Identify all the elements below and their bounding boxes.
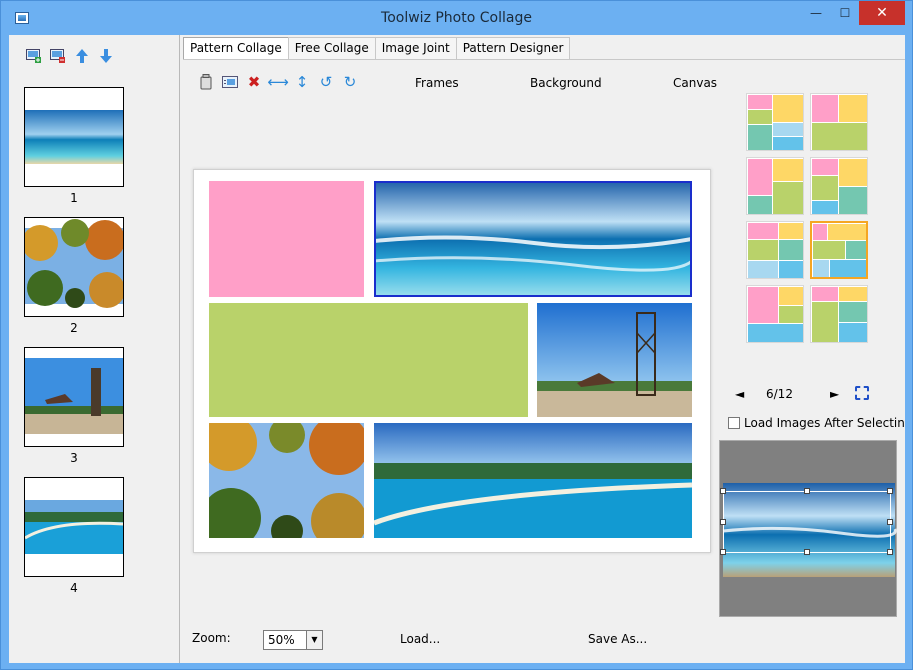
maximize-button[interactable]: ☐ (831, 1, 859, 25)
thumbnail-3[interactable] (24, 347, 124, 447)
crop-rectangle[interactable] (720, 488, 893, 555)
tab-divider (183, 59, 905, 60)
delete-icon[interactable]: ✖ (245, 73, 263, 91)
load-button[interactable]: Load... (400, 632, 440, 646)
close-button[interactable]: ✕ (859, 1, 905, 25)
thumbnail-2[interactable] (22, 217, 125, 317)
crop-handle[interactable] (887, 488, 893, 494)
load-after-select-checkbox[interactable] (728, 417, 740, 429)
app-window: Toolwiz Photo Collage — ☐ ✕ 1 2 3 4 Patt… (0, 0, 913, 670)
crop-handle[interactable] (720, 519, 726, 525)
client-area: 1 2 3 4 Pattern Collage Free Collage Ima… (9, 35, 905, 663)
next-page-button[interactable]: ► (830, 387, 839, 401)
beach-waves-image (374, 181, 692, 297)
save-as-button[interactable]: Save As... (588, 632, 647, 646)
window-title: Toolwiz Photo Collage (381, 10, 532, 26)
thumbnail-1[interactable] (24, 87, 124, 187)
pattern-6-selected[interactable] (810, 221, 868, 279)
move-down-icon[interactable] (97, 47, 115, 65)
image-list-toolbar (25, 47, 115, 65)
remove-image-icon[interactable] (49, 47, 67, 65)
load-after-select-label: Load Images After Selectin (744, 416, 905, 430)
minimize-button[interactable]: — (801, 1, 831, 25)
background-menu[interactable]: Background (530, 76, 602, 90)
frames-menu[interactable]: Frames (415, 76, 459, 90)
move-up-icon[interactable] (73, 47, 91, 65)
trees-sky-image (209, 423, 364, 538)
cell-beach-waves[interactable] (374, 181, 692, 297)
beach-waves-image (25, 110, 123, 164)
image-preview (719, 440, 897, 617)
rotate-right-icon[interactable]: ↻ (341, 73, 359, 91)
crop-handle[interactable] (887, 519, 893, 525)
cell-watchtower[interactable] (537, 303, 692, 417)
pattern-1[interactable] (746, 93, 804, 151)
crop-handle[interactable] (804, 488, 810, 494)
page-indicator: 6/12 (766, 387, 793, 401)
empty-cell-pink[interactable] (209, 181, 364, 297)
flip-horizontal-icon[interactable]: ⟷ (267, 73, 289, 91)
title-bar: Toolwiz Photo Collage — ☐ ✕ (1, 1, 912, 35)
canvas-menu[interactable]: Canvas (673, 76, 717, 90)
flip-vertical-icon[interactable]: ↕ (293, 73, 311, 91)
pattern-5[interactable] (746, 221, 804, 279)
crop-handle[interactable] (720, 488, 726, 494)
zoom-value: 50% (268, 633, 295, 647)
pattern-8[interactable] (810, 285, 868, 343)
previous-page-button[interactable]: ◄ (735, 387, 744, 401)
watchtower-image (537, 303, 692, 417)
image-list-panel: 1 2 3 4 (9, 35, 180, 663)
crop-handle[interactable] (804, 549, 810, 555)
pattern-2[interactable] (810, 93, 868, 151)
collage-canvas (193, 169, 711, 553)
pattern-7[interactable] (746, 285, 804, 343)
collage-toolbar: ✖ ⟷ ↕ ↺ ↻ (197, 73, 359, 91)
pattern-4[interactable] (810, 157, 868, 215)
thumbnail-label-2: 2 (70, 321, 78, 335)
zoom-select[interactable]: 50% ▼ (263, 630, 323, 650)
coastline-image (374, 423, 692, 538)
thumbnail-label-1: 1 (70, 191, 78, 205)
pattern-3[interactable] (746, 157, 804, 215)
empty-cell-green[interactable] (209, 303, 528, 417)
crop-handle[interactable] (887, 549, 893, 555)
crop-handle[interactable] (720, 549, 726, 555)
clear-icon[interactable] (197, 73, 215, 91)
cell-coastline[interactable] (374, 423, 692, 538)
watchtower-image (25, 358, 123, 434)
chevron-down-icon[interactable]: ▼ (306, 631, 322, 649)
tab-pattern-designer[interactable]: Pattern Designer (455, 37, 571, 59)
tab-pattern-collage[interactable]: Pattern Collage (183, 37, 289, 59)
add-image-icon[interactable] (25, 47, 43, 65)
fill-image-icon[interactable] (221, 73, 239, 91)
thumbnail-label-4: 4 (70, 581, 78, 595)
thumbnail-label-3: 3 (70, 451, 78, 465)
trees-sky-image (22, 219, 125, 308)
tab-free-collage[interactable]: Free Collage (287, 37, 376, 59)
thumbnail-4[interactable] (24, 477, 124, 577)
cell-trees-sky[interactable] (209, 423, 364, 538)
rotate-left-icon[interactable]: ↺ (317, 73, 335, 91)
zoom-label: Zoom: (192, 631, 231, 645)
coastline-image (24, 500, 124, 554)
mode-tabs: Pattern Collage Free Collage Image Joint… (183, 37, 571, 59)
tab-image-joint[interactable]: Image Joint (374, 37, 457, 59)
fit-icon[interactable] (855, 386, 869, 400)
